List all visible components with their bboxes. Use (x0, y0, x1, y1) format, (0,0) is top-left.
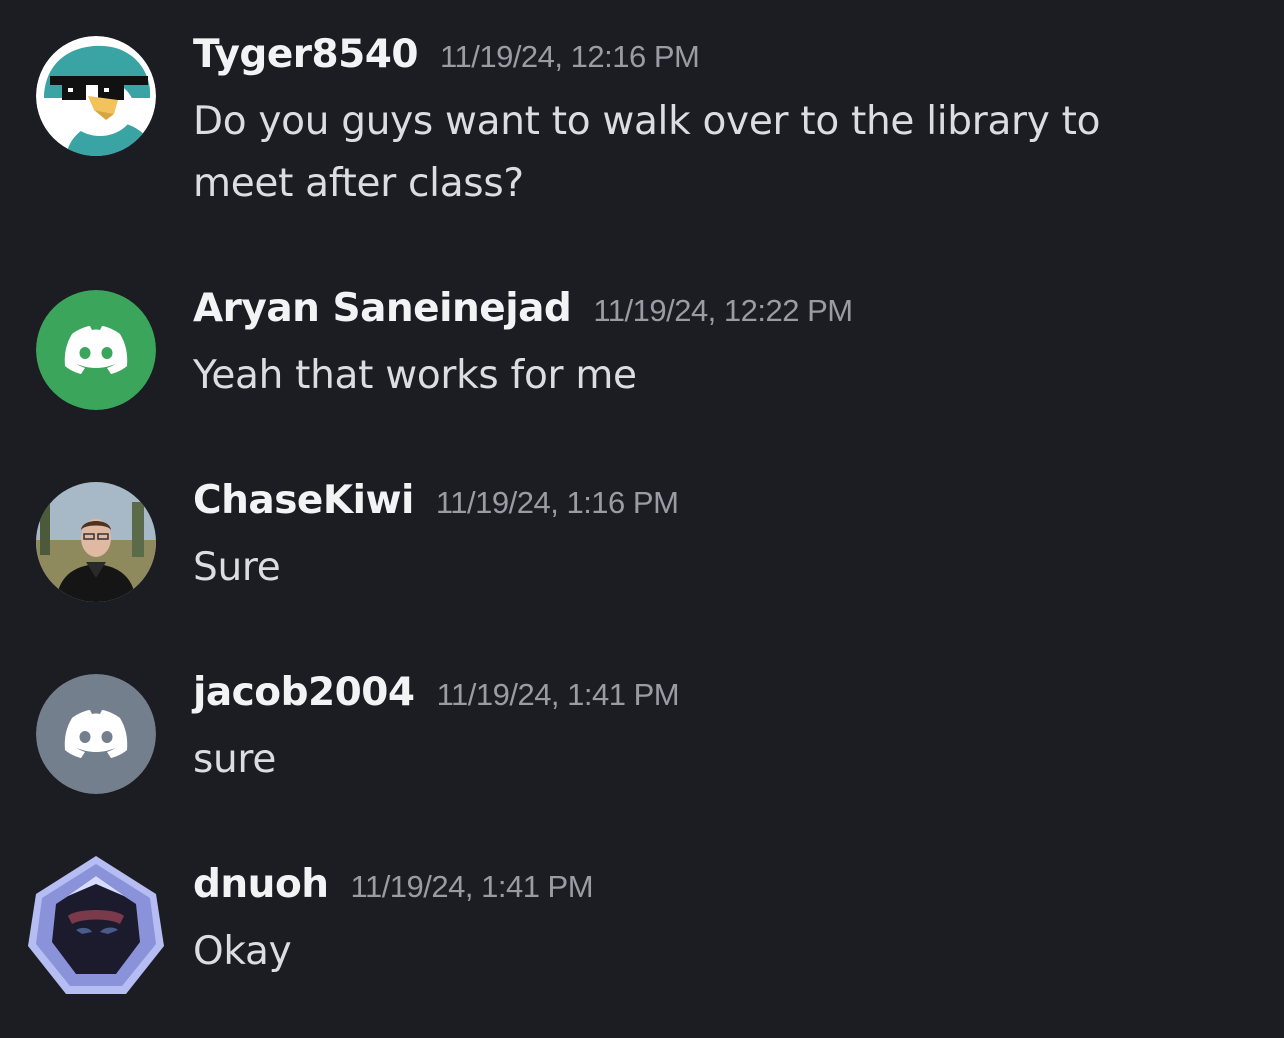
username[interactable]: jacob2004 (193, 670, 415, 715)
user-avatar[interactable] (36, 36, 156, 156)
message-content: Sure (193, 545, 281, 590)
timestamp: 11/19/24, 1:16 PM (435, 485, 679, 520)
message-header: jacob2004 11/19/24, 1:41 PM (193, 670, 680, 715)
discord-logo-icon (36, 674, 156, 794)
message-content: sure (193, 737, 277, 782)
user-avatar[interactable] (36, 674, 156, 794)
username[interactable]: ChaseKiwi (193, 478, 414, 523)
user-avatar[interactable] (36, 290, 156, 410)
username[interactable]: Aryan Saneinejad (193, 286, 572, 331)
message-header: Tyger8540 11/19/24, 12:16 PM (193, 32, 700, 77)
message-header: dnuoh 11/19/24, 1:41 PM (193, 862, 594, 907)
user-avatar[interactable] (24, 854, 168, 998)
message-content: Yeah that works for me (193, 353, 637, 398)
username[interactable]: dnuoh (193, 862, 329, 907)
timestamp: 11/19/24, 1:41 PM (350, 869, 594, 904)
username[interactable]: Tyger8540 (193, 32, 419, 77)
discord-logo-icon (36, 290, 156, 410)
message-content: Okay (193, 929, 292, 974)
timestamp: 11/19/24, 12:22 PM (593, 293, 853, 328)
message-header: Aryan Saneinejad 11/19/24, 12:22 PM (193, 286, 853, 331)
person-photo-icon (36, 482, 156, 602)
penguin-sunglasses-icon (36, 36, 156, 156)
timestamp: 11/19/24, 12:16 PM (440, 39, 700, 74)
timestamp: 11/19/24, 1:41 PM (436, 677, 680, 712)
message-content: Do you guys want to walk over to the lib… (193, 99, 1101, 206)
message-header: ChaseKiwi 11/19/24, 1:16 PM (193, 478, 679, 523)
user-avatar[interactable] (36, 482, 156, 602)
hooded-figure-icon (28, 856, 164, 994)
